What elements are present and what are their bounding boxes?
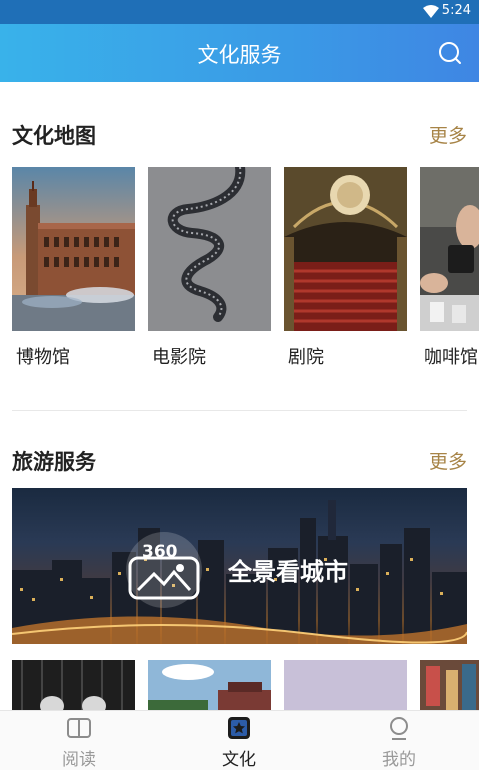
tab-culture-label: 文化 <box>222 750 256 770</box>
travel-service-header: 旅游服务 更多 <box>12 446 467 476</box>
card-cafe[interactable]: 咖啡馆 <box>420 167 479 368</box>
travel-thumb-2[interactable] <box>148 660 271 710</box>
tab-reading-label: 阅读 <box>62 750 96 770</box>
travel-thumb-3[interactable] <box>284 660 407 710</box>
card-museum-label: 博物馆 <box>16 347 70 368</box>
book-icon <box>67 718 91 738</box>
cinema-image <box>148 167 271 331</box>
culture-map-list: 博物馆 电影院 剧院 咖啡馆 <box>0 167 479 377</box>
panorama-label: 全景看城市 <box>228 558 348 586</box>
status-time: 5:24 <box>441 3 471 18</box>
museum-image <box>12 167 135 331</box>
card-museum[interactable]: 博物馆 <box>12 167 135 368</box>
card-cinema[interactable]: 电影院 <box>148 167 271 368</box>
search-icon[interactable] <box>437 40 463 66</box>
section-divider <box>12 410 467 411</box>
culture-map-more-link[interactable]: 更多 <box>429 121 467 148</box>
tab-mine-label: 我的 <box>382 750 416 770</box>
main-content[interactable]: 文化地图 更多 博物馆 电影院 剧院 咖啡馆 旅游服务 更多 360 全景看城市 <box>0 82 479 710</box>
cafe-image <box>420 167 479 331</box>
app-bar: 文化服务 <box>0 24 479 82</box>
culture-star-icon <box>228 717 250 739</box>
bottom-tab-bar: 阅读 文化 我的 <box>0 710 479 770</box>
tab-mine[interactable]: 我的 <box>354 711 444 770</box>
tab-reading[interactable]: 阅读 <box>34 711 124 770</box>
travel-thumbnails <box>0 660 479 710</box>
status-bar: 5:24 <box>0 0 479 24</box>
travel-service-more-link[interactable]: 更多 <box>429 447 467 474</box>
wifi-icon <box>423 5 439 18</box>
travel-thumb-4[interactable] <box>420 660 479 710</box>
culture-map-title: 文化地图 <box>12 124 96 148</box>
travel-service-title: 旅游服务 <box>12 450 96 474</box>
card-theater[interactable]: 剧院 <box>284 167 407 368</box>
card-theater-label: 剧院 <box>288 347 324 368</box>
culture-map-header: 文化地图 更多 <box>12 120 467 150</box>
theater-image <box>284 167 407 331</box>
person-icon <box>390 717 408 740</box>
page-title: 文化服务 <box>197 43 282 67</box>
travel-thumb-1[interactable] <box>12 660 135 710</box>
card-cafe-label: 咖啡馆 <box>424 347 478 368</box>
tab-culture[interactable]: 文化 <box>194 711 284 770</box>
panorama-badge: 360 <box>142 542 178 562</box>
card-cinema-label: 电影院 <box>152 347 206 368</box>
panorama-city-banner[interactable]: 360 全景看城市 <box>12 488 467 644</box>
